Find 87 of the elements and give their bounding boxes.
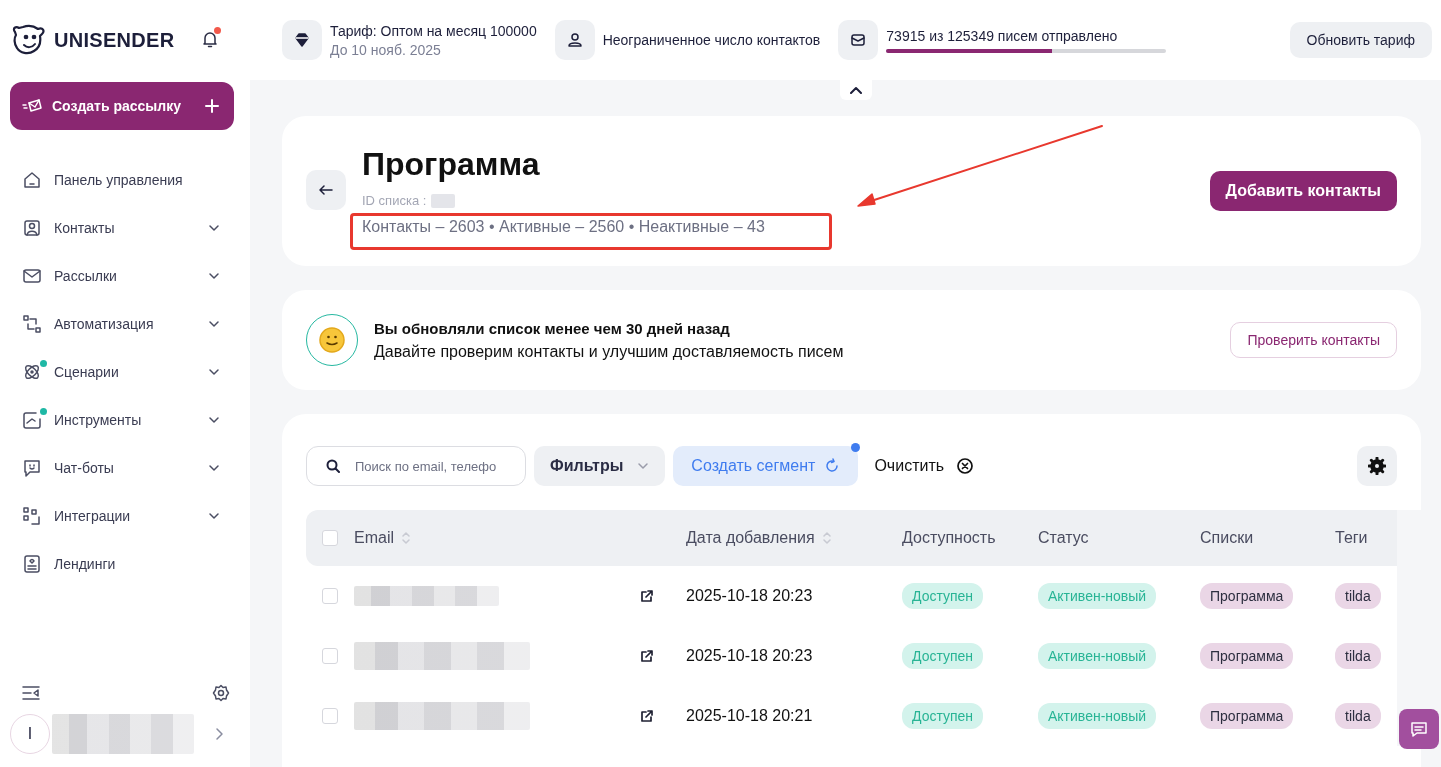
checkbox[interactable] <box>322 530 338 546</box>
chat-button[interactable] <box>1399 709 1439 749</box>
filters-dropdown[interactable]: Фильтры <box>534 446 666 486</box>
list-badge: Программа <box>1200 643 1294 669</box>
settings-icon <box>1368 457 1386 475</box>
checkbox[interactable] <box>322 588 338 604</box>
collapse-header-tab[interactable] <box>840 80 872 100</box>
create-campaign-button[interactable]: Создать рассылку <box>10 82 234 130</box>
close-circle-icon <box>956 457 975 475</box>
emails-sent-count: 73915 из 125349 писем отправлено <box>886 27 1119 44</box>
column-header[interactable]: Email <box>354 529 394 547</box>
list-badge: Программа <box>1200 703 1294 729</box>
chevron-down-icon <box>637 460 650 472</box>
external-link-icon[interactable] <box>640 649 654 663</box>
bell-icon <box>200 29 220 49</box>
column-header[interactable]: Доступность <box>902 529 996 547</box>
availability-badge: Доступен <box>902 703 984 729</box>
nodes-icon <box>22 314 42 334</box>
chart-frame-icon <box>22 410 42 430</box>
add-contacts-button[interactable]: Добавить контакты <box>1209 171 1397 211</box>
orbit-icon <box>22 362 42 382</box>
envelope-icon <box>22 266 42 286</box>
contact-card-icon <box>22 218 42 238</box>
caret-up-icon <box>850 86 862 94</box>
plan-name: Тариф: Оптом на месяц 100000 <box>330 22 537 39</box>
arrow-left-icon <box>319 184 333 196</box>
contacts-limit: Неограниченное число контактов <box>602 32 821 48</box>
tag-badge: tilda <box>1335 583 1381 609</box>
notice-title: Вы обновляли список менее чем 30 дней назад <box>374 319 731 337</box>
brand-name: UNISENDER <box>54 28 175 52</box>
column-header[interactable]: Статус <box>1038 529 1089 547</box>
status-badge: Активен-новый <box>1038 703 1157 729</box>
collapse-menu-icon[interactable] <box>22 685 40 701</box>
smiley-icon <box>319 327 345 353</box>
notice-message: Давайте проверим контакты и улучшим доставляемость писем <box>374 342 844 361</box>
list-id-label: ID списка : <box>362 193 427 208</box>
list-badge: Программа <box>1200 583 1294 609</box>
column-header[interactable]: Списки <box>1200 529 1254 547</box>
sidebar-nav-item[interactable]: Интеграции <box>10 492 234 540</box>
sidebar-nav-item[interactable]: Рассылки <box>10 252 234 300</box>
date-cell: 2025-10-18 20:23 <box>686 587 813 605</box>
user-avatar: I <box>10 714 50 754</box>
back-button[interactable] <box>306 170 346 210</box>
sidebar-nav-item[interactable]: Чат-боты <box>10 444 234 492</box>
sidebar-nav-item[interactable]: Лендинги <box>10 540 234 588</box>
availability-badge: Доступен <box>902 643 984 669</box>
envelope-icon <box>22 98 42 114</box>
person-icon <box>565 31 584 49</box>
tag-badge: tilda <box>1335 703 1381 729</box>
checkbox[interactable] <box>322 648 338 664</box>
sidebar-nav-item[interactable]: Инструменты <box>10 396 234 444</box>
column-header[interactable]: Дата добавления <box>686 529 815 547</box>
house-icon <box>22 170 42 190</box>
chevron-right-icon[interactable] <box>214 727 224 741</box>
settings-icon[interactable] <box>212 684 230 702</box>
plan-expiry: До 10 нояб. 2025 <box>330 41 442 58</box>
list-title: Программа <box>362 146 541 183</box>
check-contacts-button[interactable]: Проверить контакты <box>1230 322 1397 358</box>
diamond-icon <box>293 31 311 49</box>
sidebar-nav-item[interactable]: Автоматизация <box>10 300 234 348</box>
dog-logo-icon <box>10 24 46 56</box>
date-cell: 2025-10-18 20:23 <box>686 647 813 665</box>
sidebar-nav-item[interactable]: Панель управления <box>10 156 234 204</box>
chat-bubble-icon <box>1410 720 1428 738</box>
status-badge: Активен-новый <box>1038 583 1157 609</box>
status-badge: Активен-новый <box>1038 643 1157 669</box>
sidebar-nav-item[interactable]: Сценарии <box>10 348 234 396</box>
column-header[interactable]: Теги <box>1335 529 1368 547</box>
contact-stats: Контакты – 2603 • Активные – 2560 • Неактивные – 43 <box>362 218 765 236</box>
clear-filters-button[interactable]: Очистить <box>866 457 983 475</box>
tag-badge: tilda <box>1335 643 1381 669</box>
search-field[interactable]: Поиск по email, телефо <box>306 446 526 486</box>
table-settings-button[interactable] <box>1357 446 1397 486</box>
landing-page-icon <box>22 554 42 574</box>
date-cell: 2025-10-18 20:21 <box>686 707 813 725</box>
upgrade-plan-button[interactable]: Обновить тариф <box>1289 22 1432 58</box>
checkbox[interactable] <box>322 708 338 724</box>
redacted-list-id <box>431 193 456 208</box>
sidebar-nav-item[interactable]: Контакты <box>10 204 234 252</box>
external-link-icon[interactable] <box>640 589 654 603</box>
refresh-icon <box>824 458 841 474</box>
envelope-icon <box>849 31 868 49</box>
external-link-icon[interactable] <box>640 709 654 723</box>
plus-icon <box>204 98 220 114</box>
availability-badge: Доступен <box>902 583 984 609</box>
blocks-icon <box>22 506 42 526</box>
speech-face-icon <box>22 458 42 478</box>
